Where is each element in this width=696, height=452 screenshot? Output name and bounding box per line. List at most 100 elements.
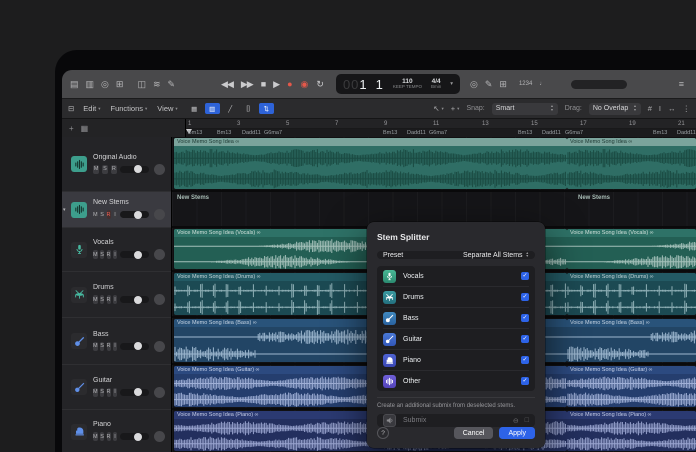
stem-checkbox[interactable]: ✓	[521, 293, 529, 301]
tuner-icon[interactable]: ✎	[485, 79, 493, 89]
submix-color-icon[interactable]: □	[525, 417, 529, 425]
audio-region-original-audio[interactable]: Voice Memo Song Idea ∞	[174, 138, 567, 189]
solo-button[interactable]: S	[100, 250, 105, 259]
metronome-icon[interactable]: ♩	[539, 81, 545, 87]
display-icon[interactable]: ▥	[86, 79, 95, 89]
record-enable-button[interactable]: R	[106, 387, 111, 397]
track-header-guitar[interactable]: Guitar M S R I	[62, 365, 171, 410]
duplicate-track-icon[interactable]: ▦	[81, 124, 89, 133]
more-icon[interactable]: ⋮	[683, 104, 691, 113]
text-cursor-icon[interactable]: I	[659, 104, 661, 113]
mute-button[interactable]: M	[93, 210, 98, 219]
apply-button[interactable]: Apply	[499, 427, 535, 439]
loops-icon[interactable]: ⊞	[499, 79, 507, 89]
flex-icon[interactable]: ⇅	[258, 103, 274, 114]
record-enable-button[interactable]: R	[106, 295, 111, 304]
drag-dropdown[interactable]: No Overlap ▲ ▼	[588, 102, 641, 115]
volume-slider[interactable]	[119, 250, 149, 259]
pan-knob[interactable]	[154, 431, 165, 442]
input-monitor-button[interactable]: I	[113, 295, 117, 304]
mute-button[interactable]: M	[93, 164, 100, 174]
count-in-icon[interactable]: 1234	[519, 81, 532, 87]
snap-grid-icon[interactable]: #	[648, 104, 652, 113]
input-monitor-button[interactable]: I	[113, 432, 117, 441]
sliders-icon[interactable]: ≋	[153, 79, 161, 89]
volume-slider[interactable]	[119, 342, 149, 350]
solo-button[interactable]: S	[100, 341, 105, 351]
record-enable-button[interactable]: R	[106, 341, 111, 351]
add-track-icon[interactable]: +	[69, 124, 74, 133]
stem-checkbox[interactable]: ✓	[521, 356, 529, 364]
record-enable-button[interactable]: R	[110, 164, 117, 174]
track-header-config-icon[interactable]: ⊟	[68, 104, 74, 113]
track-header-original-audio[interactable]: Original Audio M S R	[62, 137, 171, 192]
solo-button[interactable]: S	[100, 210, 105, 219]
volume-slider[interactable]	[119, 210, 149, 219]
help-button[interactable]: ?	[377, 427, 389, 439]
audio-region-original-audio[interactable]: Voice Memo Song Idea ∞	[567, 138, 696, 189]
audio-region-bass[interactable]: Voice Memo Song Idea (Bass) ∞	[567, 319, 696, 362]
rewind-icon[interactable]: ◀◀	[221, 79, 234, 89]
cancel-button[interactable]: Cancel	[453, 427, 494, 439]
mute-button[interactable]: M	[93, 432, 98, 441]
chord-track[interactable]: Bm13 Bm13 Dadd11 G6ma7 Bm13 Dadd11 G6ma7 Bm13 Da…	[186, 129, 696, 137]
bounds-icon[interactable]: ↔	[668, 104, 676, 113]
input-monitor-button[interactable]: I	[113, 210, 117, 219]
solo-button[interactable]: S	[100, 295, 105, 304]
quick-help-icon[interactable]: ◎	[101, 79, 109, 89]
audio-region-piano[interactable]: Voice Memo Song Idea (Piano) ∞	[567, 411, 696, 451]
regions-view-icon[interactable]: ▥	[204, 103, 220, 114]
stop-icon[interactable]: ■	[261, 79, 267, 89]
toolbar-icon[interactable]: ⊞	[116, 79, 124, 89]
stem-checkbox[interactable]: ✓	[521, 377, 529, 385]
disclosure-triangle-icon[interactable]: ▾	[63, 207, 66, 213]
snap-dropdown[interactable]: Smart ▲ ▼	[491, 102, 558, 115]
audio-region-guitar[interactable]: Voice Memo Song Idea (Guitar) ∞	[567, 366, 696, 407]
track-header-piano[interactable]: Piano M S R I	[62, 410, 171, 452]
record-enable-button[interactable]: R	[106, 432, 111, 441]
replace-icon[interactable]: ◎	[470, 79, 478, 89]
pencil-icon[interactable]: ✎	[168, 79, 176, 89]
solo-button[interactable]: S	[100, 432, 105, 441]
forward-icon[interactable]: ▶▶	[241, 79, 254, 89]
cycle-icon[interactable]: ↻	[316, 79, 323, 89]
pan-knob[interactable]	[154, 163, 165, 175]
pan-knob[interactable]	[154, 340, 165, 352]
track-header-vocals[interactable]: Vocals M S R I	[62, 228, 171, 272]
marquee-tool-icon[interactable]: + ▾	[451, 104, 460, 113]
track-header-drums[interactable]: Drums M S R I	[62, 272, 171, 318]
mute-button[interactable]: M	[93, 295, 98, 304]
solo-button[interactable]: S	[100, 387, 105, 397]
screenshot-icon[interactable]: ▤	[70, 79, 79, 89]
pan-knob[interactable]	[154, 249, 165, 260]
remove-submix-icon[interactable]: ⊖	[513, 417, 519, 425]
track-header-new-stems[interactable]: ▾ New Stems M S R I	[62, 192, 171, 228]
record-enable-button[interactable]: R	[106, 210, 111, 219]
knobs-icon[interactable]: ◫	[137, 79, 146, 89]
record-enable-button[interactable]: R	[106, 250, 111, 259]
pointer-tool-icon[interactable]: ↖ ▾	[433, 104, 444, 113]
bar-ruler[interactable]: 1 3 5 7 9 11 13 15 17 19 21	[186, 119, 696, 130]
mute-button[interactable]: M	[93, 341, 98, 351]
pencil-tool-icon[interactable]: ╱	[223, 103, 238, 114]
input-monitor-button[interactable]: I	[113, 341, 117, 351]
volume-slider[interactable]	[119, 388, 149, 396]
audio-region-drums[interactable]: Voice Memo Song Idea (Drums) ∞	[567, 273, 696, 315]
pan-knob[interactable]	[154, 209, 165, 220]
volume-slider[interactable]	[119, 165, 149, 173]
grid-view-icon[interactable]: ▦	[187, 103, 202, 114]
stem-checkbox[interactable]: ✓	[521, 314, 529, 322]
menu-functions[interactable]: Functions ▾	[111, 104, 148, 113]
stem-checkbox[interactable]: ✓	[521, 335, 529, 343]
pan-knob[interactable]	[154, 294, 165, 305]
capture-record-icon[interactable]: ◉	[301, 79, 309, 89]
lcd-chevron-icon[interactable]: ▾	[450, 81, 453, 87]
input-monitor-button[interactable]: I	[113, 250, 117, 259]
brackets-icon[interactable]: []	[241, 103, 256, 114]
mute-button[interactable]: M	[93, 250, 98, 259]
stem-checkbox[interactable]: ✓	[521, 272, 529, 280]
input-monitor-button[interactable]: I	[113, 387, 117, 397]
master-volume-slider[interactable]	[571, 79, 628, 89]
record-icon[interactable]: ●	[287, 79, 292, 89]
pan-knob[interactable]	[154, 386, 165, 398]
